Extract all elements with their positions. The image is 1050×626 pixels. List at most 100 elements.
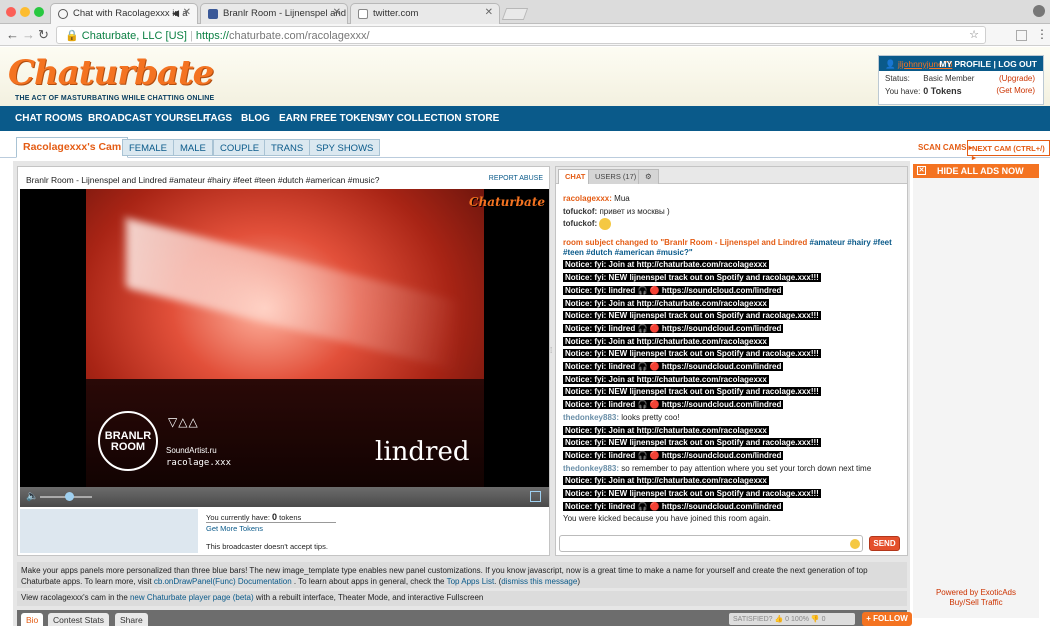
follow-button[interactable]: + FOLLOW — [862, 612, 912, 626]
site-tagline: THE ACT OF MASTURBATING WHILE CHATTING O… — [15, 95, 215, 102]
notice-text: Notice: fyi: lindred 🎧 🔴 https://soundcl… — [563, 450, 784, 460]
fullscreen-icon[interactable] — [530, 491, 541, 502]
lock-icon: 🔒 — [65, 30, 79, 42]
tab-contest-stats[interactable]: Contest Stats — [48, 613, 110, 626]
chat-text: looks pretty coo! — [621, 412, 680, 422]
close-tab-icon[interactable]: ✕ — [485, 7, 493, 18]
url-input[interactable]: 🔒 Chaturbate, LLC [US] | https://chaturb… — [56, 26, 986, 44]
bottom-tabs: Bio Contest Stats Share SATISFIED? 👍 0 1… — [17, 610, 912, 626]
tab-trans[interactable]: TRANS — [264, 139, 311, 156]
minimize-window-button[interactable] — [20, 7, 30, 17]
nav-earn-free-tokens[interactable]: EARN FREE TOKENS — [279, 113, 381, 124]
upgrade-link[interactable]: (Upgrade) — [999, 74, 1035, 83]
tab-male[interactable]: MALE — [173, 139, 213, 156]
my-profile-link[interactable]: MY PROFILE — [939, 59, 991, 69]
maximize-window-button[interactable] — [34, 7, 44, 17]
nav-chat-rooms[interactable]: CHAT ROOMS — [15, 113, 83, 124]
emoticon-icon[interactable] — [850, 539, 860, 549]
tab-couple[interactable]: COUPLE — [213, 139, 267, 156]
info-text: ) — [577, 577, 580, 586]
chat-input[interactable] — [559, 535, 863, 552]
browser-tab-chat[interactable]: Chat with Racolagexxx in a ◀ ✕ — [50, 3, 198, 24]
volume-icon[interactable]: 🔈 — [26, 491, 38, 502]
nav-tags[interactable]: TAGS — [205, 113, 232, 124]
nav-blog[interactable]: BLOG — [241, 113, 270, 124]
bookmark-star-icon[interactable]: ☆ — [969, 28, 979, 41]
chat-message: You were kicked because you have joined … — [563, 513, 903, 526]
hide-ads-button[interactable]: ✕ HIDE ALL ADS NOW — [913, 164, 1039, 178]
tab-title: twitter.com — [373, 8, 419, 19]
chaturbate-watermark: Chaturbate — [469, 195, 545, 209]
room-title: Branlr Room - Lijnenspel and Lindred #am… — [26, 175, 380, 185]
log-out-link[interactable]: LOG OUT — [998, 59, 1037, 69]
nav-my-collection[interactable]: MY COLLECTION — [379, 113, 462, 124]
browser-tab-facebook[interactable]: Branlr Room - Lijnenspel and L ✕ — [200, 3, 348, 24]
notice-text: Notice: fyi: Join at http://chaturbate.c… — [563, 298, 769, 308]
secure-org-label: Chaturbate, LLC [US] — [81, 30, 187, 42]
chat-username[interactable]: tofuckof: — [563, 207, 597, 216]
chat-message: tofuckof: — [563, 218, 903, 234]
powered-by-link[interactable]: Powered by ExoticAds — [913, 588, 1039, 598]
thumbs-up-icon[interactable]: 👍 — [775, 616, 784, 623]
panel-resize-handle[interactable]: ⁞ — [550, 346, 552, 355]
notice-text: Notice: fyi: Join at http://chaturbate.c… — [563, 374, 769, 384]
forward-arrow-icon[interactable]: → — [22, 27, 35, 42]
chat-username[interactable]: racolagexxx: — [563, 194, 612, 203]
scan-cams-link[interactable]: SCAN CAMS ▸ — [918, 143, 973, 152]
tab-room-cam[interactable]: Racolagexxx's Cam — [16, 137, 129, 158]
top-apps-link[interactable]: Top Apps List — [447, 577, 495, 586]
tab-title: Branlr Room - Lijnenspel and L — [223, 8, 348, 19]
close-tab-icon[interactable]: ✕ — [183, 7, 191, 18]
chat-username[interactable]: thedonkey883: — [563, 464, 619, 473]
url-path: chaturbate.com/racolagexxx/ — [228, 30, 370, 42]
menu-dots-icon[interactable]: ⋮ — [1036, 27, 1048, 41]
nav-store[interactable]: STORE — [465, 113, 499, 124]
chat-username[interactable]: tofuckof: — [563, 220, 597, 229]
url-scheme: https:// — [195, 30, 229, 42]
close-window-button[interactable] — [6, 7, 16, 17]
new-player-link[interactable]: new Chaturbate player page (beta) — [130, 593, 254, 602]
notice-message: Notice: fyi: lindred 🎧 🔴 https://soundcl… — [563, 501, 903, 514]
tokens-label: You have: — [885, 87, 921, 96]
notice-text: Notice: fyi: lindred 🎧 🔴 https://soundcl… — [563, 362, 784, 372]
buy-sell-traffic-link[interactable]: Buy/Sell Traffic — [913, 598, 1039, 608]
report-abuse-link[interactable]: REPORT ABUSE — [489, 175, 543, 182]
close-tab-icon[interactable]: ✕ — [333, 7, 341, 18]
tab-spy-shows[interactable]: SPY SHOWS — [309, 139, 381, 156]
get-more-link[interactable]: (Get More) — [996, 86, 1035, 95]
status-row: Status: Basic Member (Upgrade) — [879, 71, 1043, 83]
chat-username[interactable]: thedonkey883: — [563, 413, 619, 422]
new-tab-button[interactable] — [501, 8, 529, 20]
chaturbate-logo[interactable]: Chaturbate — [8, 53, 214, 93]
get-more-tokens-link[interactable]: Get More Tokens — [206, 524, 263, 533]
browser-tab-twitter[interactable]: twitter.com ✕ — [350, 3, 500, 24]
tab-users[interactable]: USERS (17) — [588, 169, 644, 184]
view-text: View racolagexxx's cam in the — [21, 593, 130, 602]
notice-message: Notice: fyi: Join at http://chaturbate.c… — [563, 336, 903, 349]
chat-message: racolagexxx: Mua — [563, 193, 903, 206]
chat-settings-icon[interactable]: ⚙ — [638, 169, 659, 184]
volume-knob[interactable] — [64, 492, 74, 501]
main-nav: CHAT ROOMS BROADCAST YOURSELF TAGS BLOG … — [0, 106, 1050, 131]
extension-icon[interactable] — [1016, 30, 1027, 41]
ondrawpanel-doc-link[interactable]: cb.onDrawPanel(Func) Documentation — [154, 577, 292, 586]
reload-icon[interactable]: ↻ — [38, 27, 49, 43]
next-cam-button[interactable]: NEXT CAM (CTRL+/) ▸ — [967, 140, 1050, 162]
send-button[interactable]: SEND — [869, 536, 900, 551]
user-info-header: 👤 jljohnnyjune78 MY PROFILE | LOG OUT — [879, 56, 1043, 71]
tab-share[interactable]: Share — [115, 613, 148, 626]
thumbs-down-icon[interactable]: 👎 — [811, 616, 820, 623]
nav-broadcast-yourself[interactable]: BROADCAST YOURSELF — [88, 113, 209, 124]
back-arrow-icon[interactable]: ← — [6, 27, 19, 42]
video-player[interactable]: Chaturbate BRANLR ROOM ▽△△ SoundArtist.r… — [20, 189, 549, 487]
tab-female[interactable]: FEMALE — [122, 139, 175, 156]
chat-text: Mua — [614, 194, 630, 203]
notice-message: Notice: fyi: lindred 🎧 🔴 https://soundcl… — [563, 399, 903, 412]
tab-bio[interactable]: Bio — [21, 613, 44, 626]
tokens-prefix: You currently have: — [206, 513, 270, 522]
tab-title: Chat with Racolagexxx in a — [73, 8, 188, 19]
profile-icon[interactable] — [1033, 5, 1045, 17]
video-controls: 🔈 — [20, 487, 549, 507]
dismiss-message-link[interactable]: dismiss this message — [501, 577, 577, 586]
user-links: MY PROFILE | LOG OUT — [939, 59, 1037, 69]
